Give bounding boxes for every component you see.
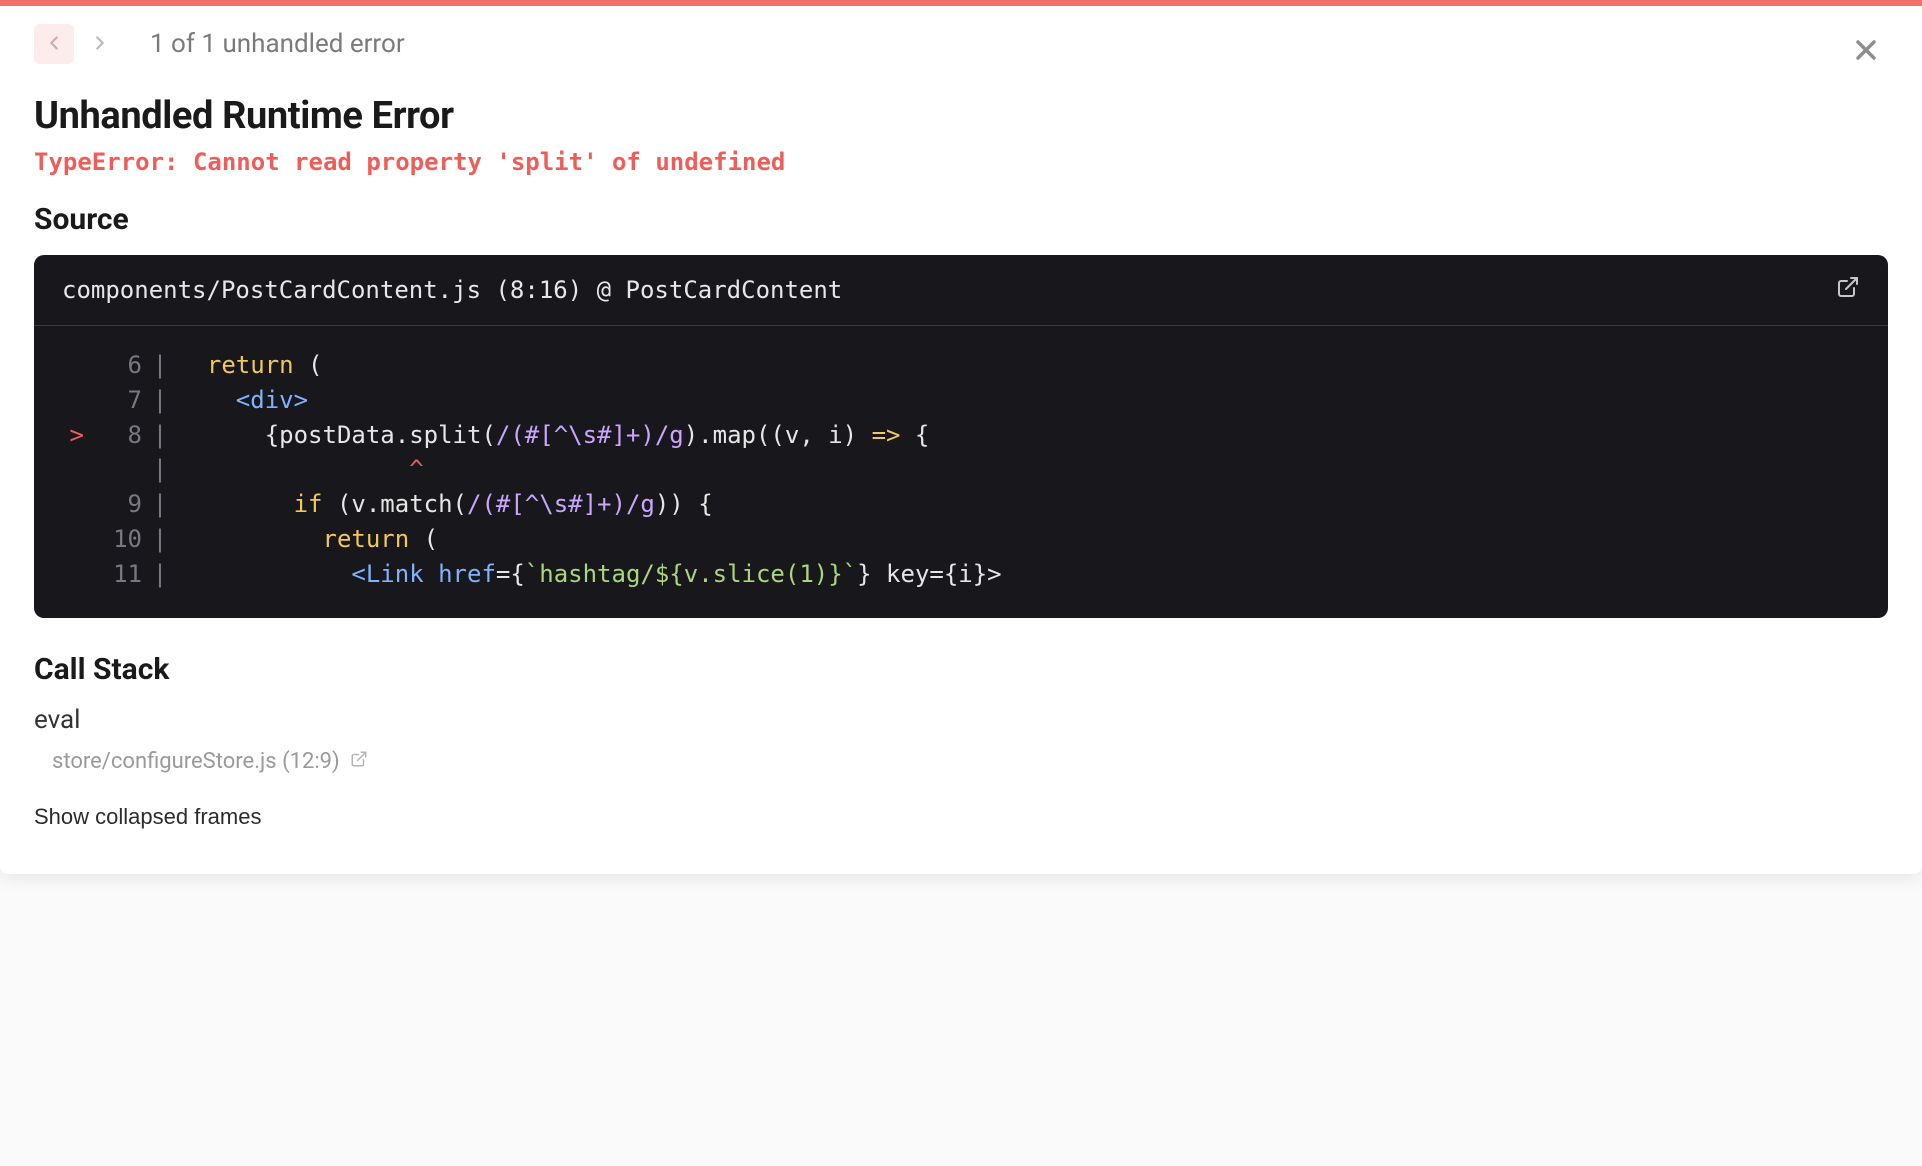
code-line: 7| <div> (34, 383, 1888, 418)
error-title: Unhandled Runtime Error (34, 94, 1888, 138)
code-caret: | ^ (34, 452, 1888, 487)
show-collapsed-frames-button[interactable]: Show collapsed frames (34, 800, 261, 834)
error-message: TypeError: Cannot read property 'split' … (34, 148, 1888, 176)
call-stack-heading: Call Stack (34, 652, 1888, 687)
code-line-error: >8| {postData.split(/(#[^\s#]+)/g).map((… (34, 418, 1888, 453)
overlay-body: Unhandled Runtime Error TypeError: Canno… (0, 74, 1922, 834)
stack-frame-location-text: store/configureStore.js (12:9) (52, 749, 340, 774)
arrow-right-icon (89, 32, 111, 57)
external-link-icon (1836, 277, 1860, 305)
source-codebox: components/PostCardContent.js (8:16) @ P… (34, 255, 1888, 618)
source-code: 6| return ( 7| <div> >8| {postData.split… (34, 326, 1888, 618)
source-heading: Source (34, 202, 1888, 237)
error-nav (34, 24, 120, 64)
prev-error-button[interactable] (34, 24, 74, 64)
code-line: 6| return ( (34, 348, 1888, 383)
close-button[interactable] (1844, 28, 1888, 75)
source-location-bar: components/PostCardContent.js (8:16) @ P… (34, 255, 1888, 326)
arrow-left-icon (43, 32, 65, 57)
overlay-header: 1 of 1 unhandled error (0, 6, 1922, 74)
code-line: 11| <Link href={`hashtag/${v.slice(1)}`}… (34, 557, 1888, 592)
stack-frame-fn: eval (34, 705, 1888, 735)
stack-frame-location[interactable]: store/configureStore.js (12:9) (52, 749, 1888, 774)
source-location: components/PostCardContent.js (8:16) @ P… (62, 276, 842, 304)
open-in-editor-button[interactable] (1836, 275, 1860, 305)
next-error-button[interactable] (80, 24, 120, 64)
code-line: 10| return ( (34, 522, 1888, 557)
external-link-icon (350, 749, 368, 774)
error-counter: 1 of 1 unhandled error (150, 29, 405, 59)
error-overlay: 1 of 1 unhandled error Unhandled Runtime… (0, 0, 1922, 874)
code-line: 9| if (v.match(/(#[^\s#]+)/g)) { (34, 487, 1888, 522)
close-icon (1850, 54, 1882, 69)
